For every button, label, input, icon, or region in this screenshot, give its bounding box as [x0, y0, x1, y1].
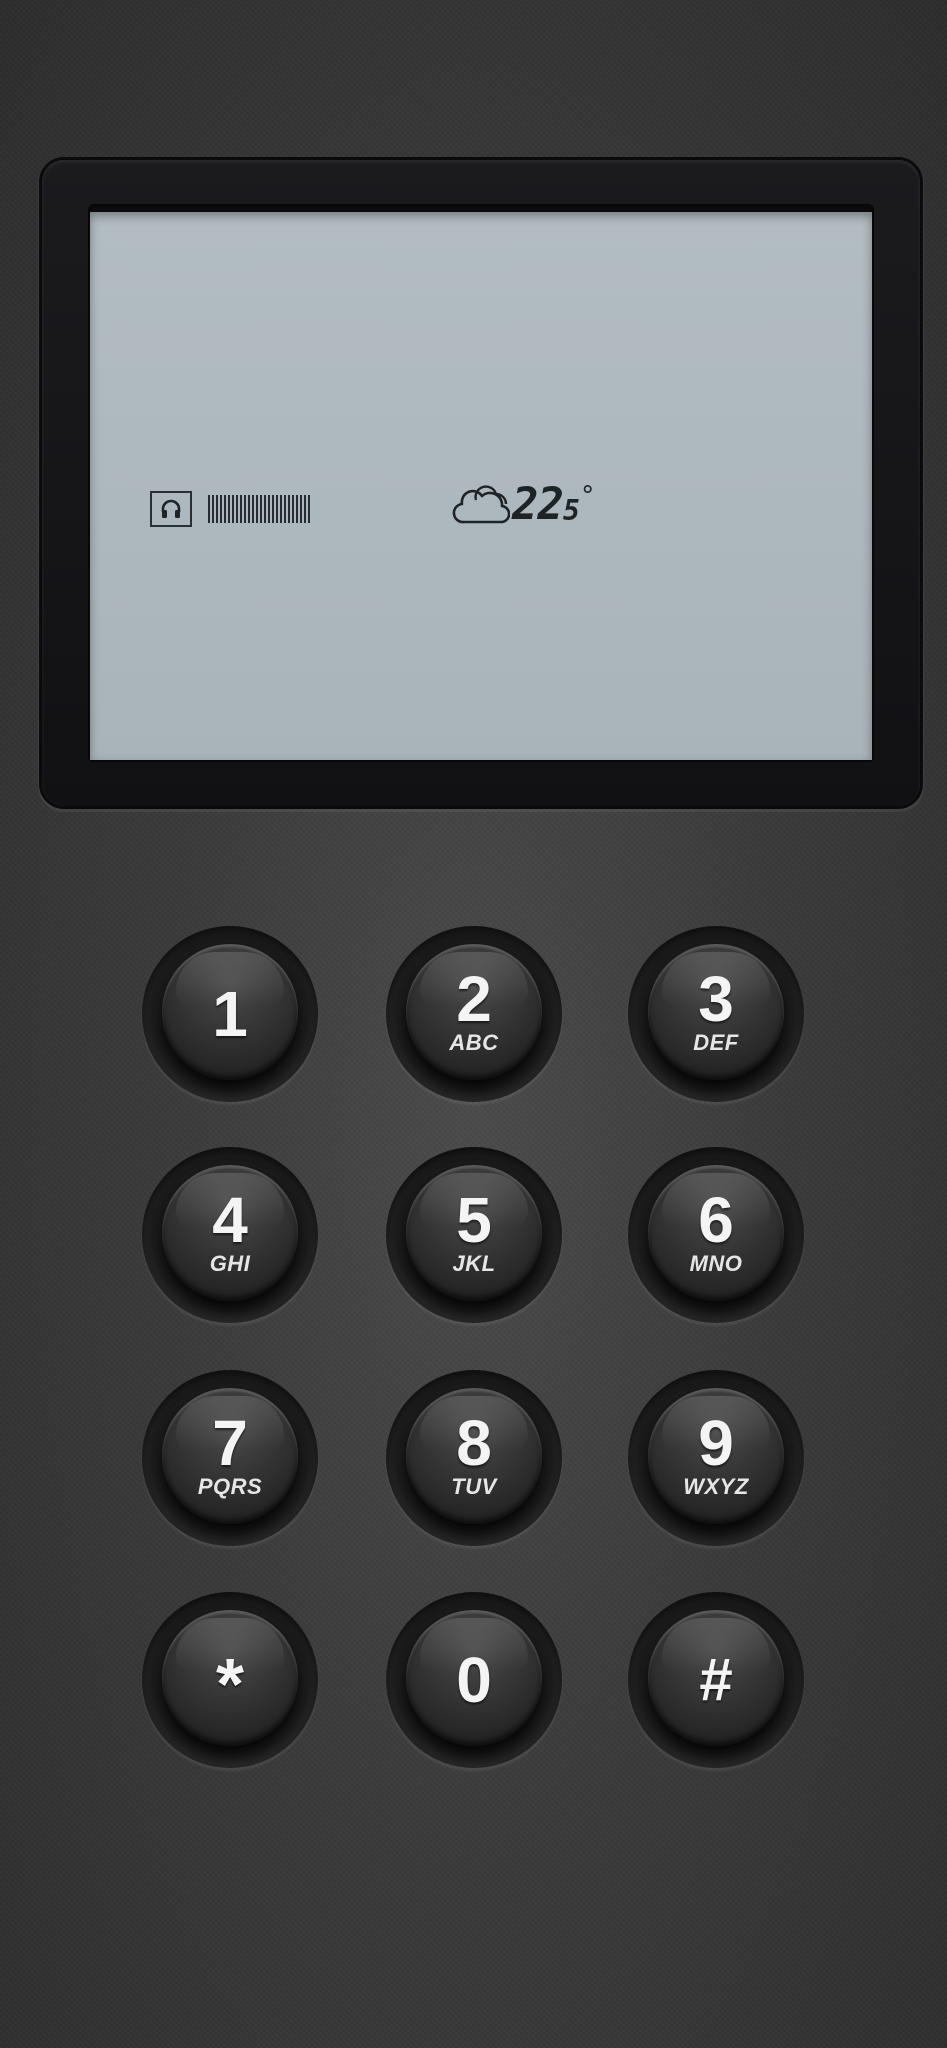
- key-digit: 1: [212, 978, 248, 1050]
- key-well-4: 4 GHI: [142, 1147, 318, 1323]
- key-9-button[interactable]: 9 WXYZ: [648, 1388, 784, 1524]
- key-letters: JKL: [452, 1251, 496, 1276]
- key-letters: PQRS: [197, 1474, 263, 1499]
- key-digit: 3: [698, 963, 734, 1035]
- key-star-button[interactable]: *: [162, 1610, 298, 1746]
- key-letters: WXYZ: [683, 1474, 749, 1499]
- key-digit: #: [699, 1646, 733, 1713]
- key-letters: TUV: [451, 1474, 497, 1499]
- key-digit: *: [215, 1645, 245, 1725]
- key-8-button[interactable]: 8 TUV: [406, 1388, 542, 1524]
- key-well-0: 0: [386, 1592, 562, 1768]
- key-digit: 8: [456, 1407, 492, 1479]
- key-hash-button[interactable]: #: [648, 1610, 784, 1746]
- key-digit: 5: [456, 1184, 492, 1256]
- key-letters: GHI: [209, 1251, 251, 1276]
- key-letters: DEF: [693, 1030, 739, 1055]
- key-digit: 6: [698, 1184, 734, 1256]
- key-well-9: 9 WXYZ: [628, 1370, 804, 1546]
- key-4-button[interactable]: 4 GHI: [162, 1165, 298, 1301]
- key-letters: ABC: [449, 1030, 499, 1055]
- key-digit: 2: [456, 963, 492, 1035]
- key-6-button[interactable]: 6 MNO: [648, 1165, 784, 1301]
- dial-keypad: 1 2 ABC 3 DEF 4 GHI 5 JKL 6 MNO 7 PQRS 8…: [0, 0, 947, 2048]
- key-digit: 7: [212, 1407, 248, 1479]
- key-well-7: 7 PQRS: [142, 1370, 318, 1546]
- key-well-3: 3 DEF: [628, 926, 804, 1102]
- key-0-button[interactable]: 0: [406, 1610, 542, 1746]
- key-well-8: 8 TUV: [386, 1370, 562, 1546]
- key-letters: MNO: [689, 1251, 743, 1276]
- key-well-5: 5 JKL: [386, 1147, 562, 1323]
- key-1-button[interactable]: 1: [162, 944, 298, 1080]
- key-digit: 4: [212, 1184, 248, 1256]
- key-5-button[interactable]: 5 JKL: [406, 1165, 542, 1301]
- key-well-hash: #: [628, 1592, 804, 1768]
- key-7-button[interactable]: 7 PQRS: [162, 1388, 298, 1524]
- key-digit: 0: [456, 1644, 492, 1716]
- key-2-button[interactable]: 2 ABC: [406, 944, 542, 1080]
- key-3-button[interactable]: 3 DEF: [648, 944, 784, 1080]
- key-digit: 9: [698, 1407, 734, 1479]
- key-well-1: 1: [142, 926, 318, 1102]
- key-well-6: 6 MNO: [628, 1147, 804, 1323]
- key-well-2: 2 ABC: [386, 926, 562, 1102]
- key-well-star: *: [142, 1592, 318, 1768]
